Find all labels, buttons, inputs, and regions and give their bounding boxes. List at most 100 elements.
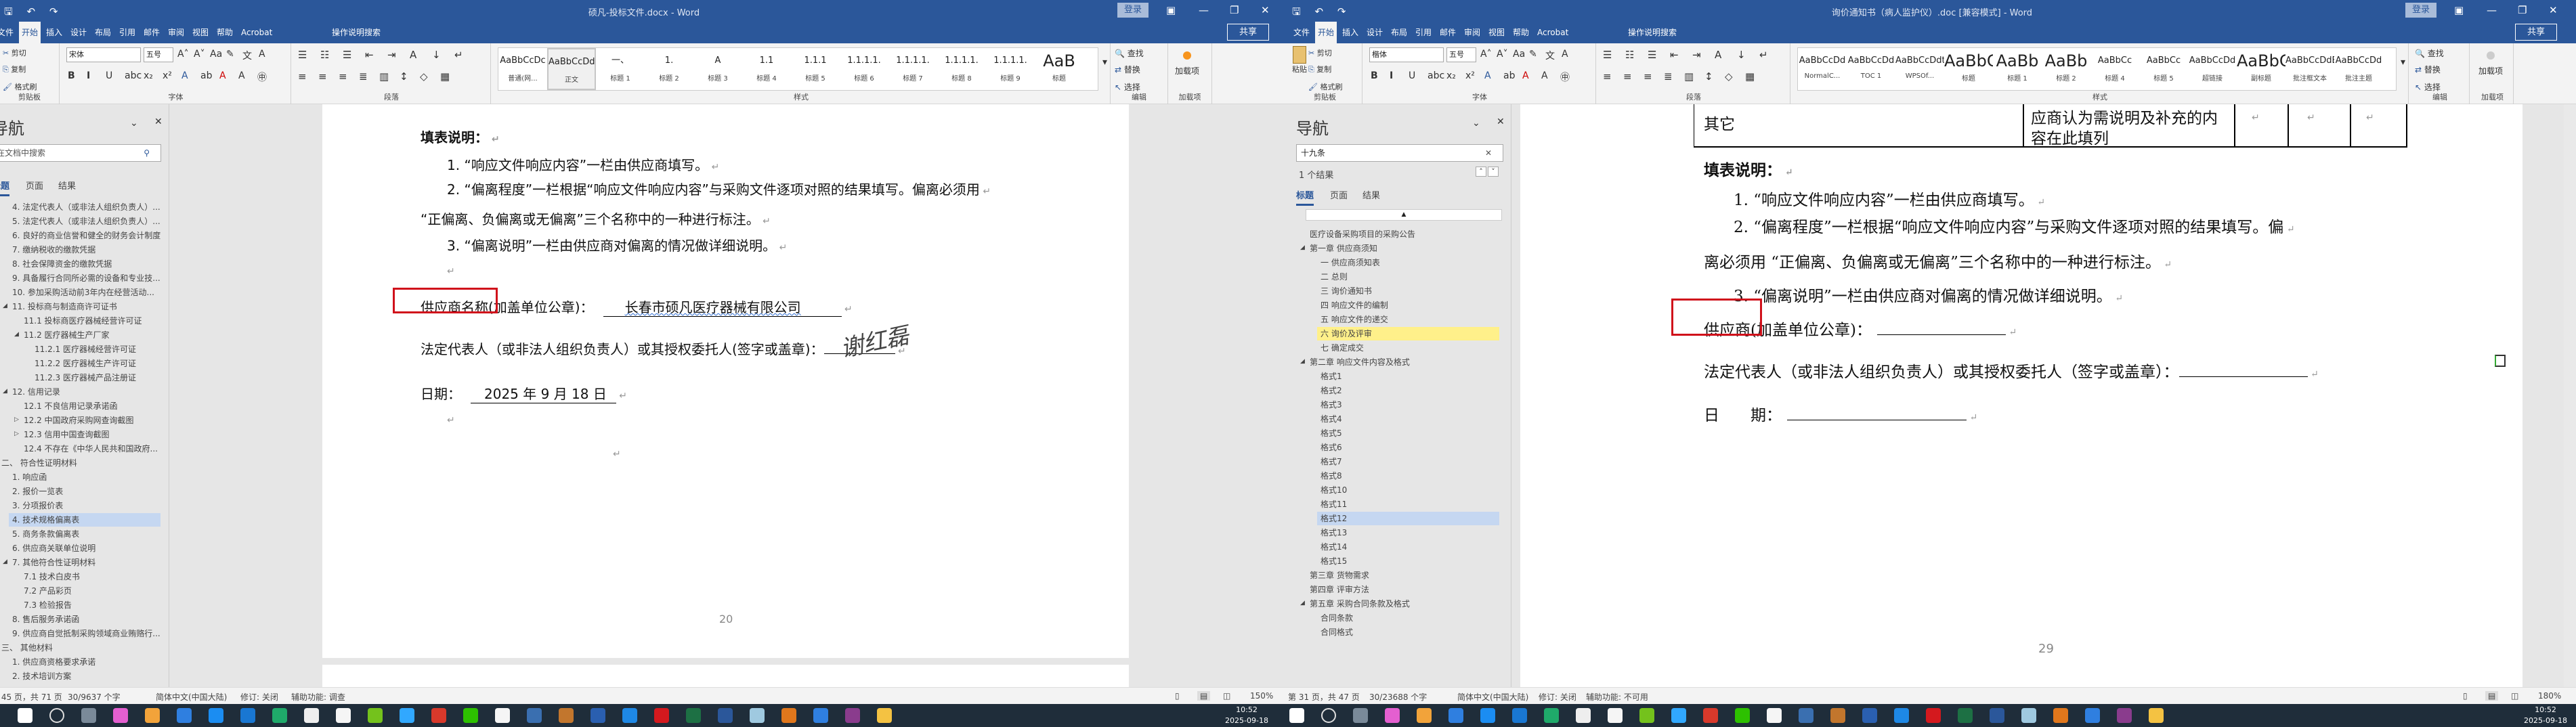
comment-icon[interactable] (2495, 355, 2506, 367)
app-arrow-icon[interactable] (2085, 708, 2100, 723)
color-app-icon[interactable] (1385, 708, 1400, 723)
tab-5[interactable]: 引用 (116, 22, 138, 43)
style-item[interactable]: AaBbCcDdt WPSOf... (1895, 48, 1944, 90)
tab-4[interactable]: 布局 (92, 22, 114, 43)
calculator-icon[interactable] (1353, 708, 1368, 723)
winrar-icon[interactable] (2117, 708, 2132, 723)
cut-button[interactable]: ✂ 剪切 (3, 47, 26, 58)
app-dots-icon[interactable] (177, 708, 192, 723)
enclose-char-icon[interactable]: ㊥ (1560, 70, 1570, 84)
status-page[interactable]: 第 31 页，共 47 页 (1288, 691, 1360, 703)
winrar-icon[interactable] (845, 708, 860, 723)
tab-4[interactable]: 布局 (1388, 22, 1410, 43)
style-item[interactable]: AaBbCc 标题 5 (2139, 48, 2188, 90)
nav-heading-item[interactable]: 11.2.1 医疗器械经营许可证 (35, 343, 136, 356)
word-icon[interactable] (1990, 708, 2004, 723)
nav-heading-item[interactable]: 合同条款 (1321, 611, 1353, 625)
app-arrow-icon[interactable] (813, 708, 828, 723)
tab-0[interactable]: 文件 (1291, 22, 1312, 43)
legal-rep-field[interactable] (2178, 362, 2308, 377)
nav-heading-item[interactable]: 格式8 (1321, 469, 1342, 483)
borders-icon[interactable]: ▦ (1745, 70, 1755, 83)
qq-icon[interactable] (1767, 708, 1782, 723)
search-icon[interactable] (49, 708, 64, 723)
increase-indent-icon[interactable]: ⇥ (387, 49, 396, 61)
justify-icon[interactable]: ≣ (359, 70, 368, 83)
status-words[interactable]: 30/23688 个字 (1369, 691, 1427, 703)
tab-6[interactable]: 邮件 (141, 22, 163, 43)
change-case-icon[interactable]: Aa (210, 49, 222, 60)
status-page[interactable]: 第 45 页，共 71 页 (0, 691, 62, 703)
copy-button[interactable]: ⎘ 复制 (3, 64, 26, 74)
tab-10[interactable]: Acrobat (1534, 22, 1571, 43)
style-item[interactable]: 1.1.1.1. 标题 7 (888, 48, 937, 90)
web-layout-icon[interactable]: ◫ (1223, 691, 1230, 701)
tab-6[interactable]: 邮件 (1437, 22, 1459, 43)
bold-icon[interactable]: B (1371, 70, 1378, 81)
nav-heading-item[interactable]: 6. 供应商关联单位说明 (12, 542, 95, 555)
style-item[interactable]: AaBbCc 标题 4 (2090, 48, 2139, 90)
find-button[interactable]: 🔍 查找 (2415, 47, 2444, 59)
collapse-arrow-icon[interactable]: ◢ (3, 303, 7, 309)
nav-heading-item[interactable]: 12.3 信用中国查询截图 (24, 428, 110, 441)
share-button[interactable]: 共享 (1227, 24, 1269, 41)
acrobat-icon[interactable] (1926, 708, 1941, 723)
status-accessibility[interactable]: 辅助功能: 不可用 (1586, 691, 1648, 703)
nav-heading-item[interactable]: 5. 法定代表人（或非法人组织负责人）... (12, 215, 160, 228)
share-button[interactable]: 共享 (2515, 24, 2557, 41)
tab-8[interactable]: 视图 (190, 22, 211, 43)
select-button[interactable]: ↖ 选择 (2415, 81, 2441, 93)
maximize-button[interactable]: ❐ (2518, 4, 2527, 16)
tab-1[interactable]: 开始 (19, 22, 41, 43)
app-dots-icon[interactable] (1448, 708, 1463, 723)
search-icon[interactable]: ⚲ (144, 145, 150, 161)
previous-result-button[interactable]: ˄ (1476, 167, 1486, 177)
enclose-char-icon[interactable]: ㊥ (257, 70, 267, 84)
nav-tab-0[interactable]: 标题 (0, 179, 10, 196)
nav-search-input[interactable]: 在文档中搜索 ⚲ (0, 144, 161, 162)
nav-tab-2[interactable]: 结果 (58, 179, 76, 192)
numbering-icon[interactable]: ☷ (1625, 49, 1634, 61)
web-layout-icon[interactable]: ◫ (2511, 691, 2518, 701)
tab-3[interactable]: 设计 (1364, 22, 1386, 43)
tab-8[interactable]: 视图 (1486, 22, 1507, 43)
tab-0[interactable]: 文件 (0, 22, 16, 43)
app-q-icon[interactable] (622, 708, 637, 723)
nav-heading-item[interactable]: 12.4 不存在《中华人民共和国政府... (24, 442, 158, 456)
status-words[interactable]: 30/9637 个字 (68, 691, 121, 703)
nav-options-icon[interactable]: ⌄ (1472, 118, 1480, 129)
style-item[interactable]: AaBbCcDd 正文 (547, 48, 596, 90)
clear-format-icon[interactable]: ✎ (1529, 49, 1537, 60)
font-size-select[interactable]: 五号 (144, 47, 173, 62)
supplier-name-field[interactable]: 长春市硕凡医疗器械有限公司 (603, 296, 842, 317)
strikethrough-icon[interactable]: abc (125, 70, 142, 81)
supplier-field[interactable] (1876, 320, 2006, 335)
superscript-icon[interactable]: x² (1465, 70, 1475, 81)
underline-icon[interactable]: U (1409, 70, 1415, 81)
minimize-button[interactable]: — (1199, 4, 1209, 16)
format-painter-button[interactable]: 🖌 格式刷 (1308, 81, 1342, 92)
tab-3[interactable]: 设计 (68, 22, 89, 43)
align-left-icon[interactable]: ≡ (298, 70, 307, 83)
folder-icon[interactable] (877, 708, 892, 723)
strikethrough-icon[interactable]: abc (1427, 70, 1444, 81)
nav-heading-item[interactable]: 五 响应文件的递交 (1321, 313, 1388, 326)
shading-icon[interactable]: ◇ (420, 70, 428, 83)
justify-icon[interactable]: ≣ (1664, 70, 1673, 83)
style-item[interactable]: 1.1 标题 4 (742, 48, 791, 90)
clear-search-icon[interactable]: ✕ (1485, 145, 1492, 161)
status-track[interactable]: 修订: 关闭 (1539, 691, 1576, 703)
expand-arrow-icon[interactable]: ▷ (14, 416, 19, 423)
nav-heading-item[interactable]: 第五章 采购合同条款及格式 (1310, 597, 1410, 611)
nav-tab-2[interactable]: 结果 (1362, 188, 1380, 201)
nav-heading-item[interactable]: 二、 符合性证明材料 (1, 456, 77, 470)
multilevel-icon[interactable]: ☰ (343, 49, 351, 61)
tab-2[interactable]: 插入 (43, 22, 65, 43)
chinese-layout-icon[interactable]: A (1715, 49, 1721, 61)
app-active-icon[interactable] (559, 708, 574, 723)
subscript-icon[interactable]: x₂ (144, 70, 153, 81)
nav-heading-item[interactable]: 格式10 (1321, 483, 1347, 497)
nav-heading-item[interactable]: 格式14 (1321, 540, 1347, 554)
bold-icon[interactable]: B (68, 70, 75, 81)
nav-heading-item[interactable]: 四 响应文件的编制 (1321, 299, 1388, 312)
